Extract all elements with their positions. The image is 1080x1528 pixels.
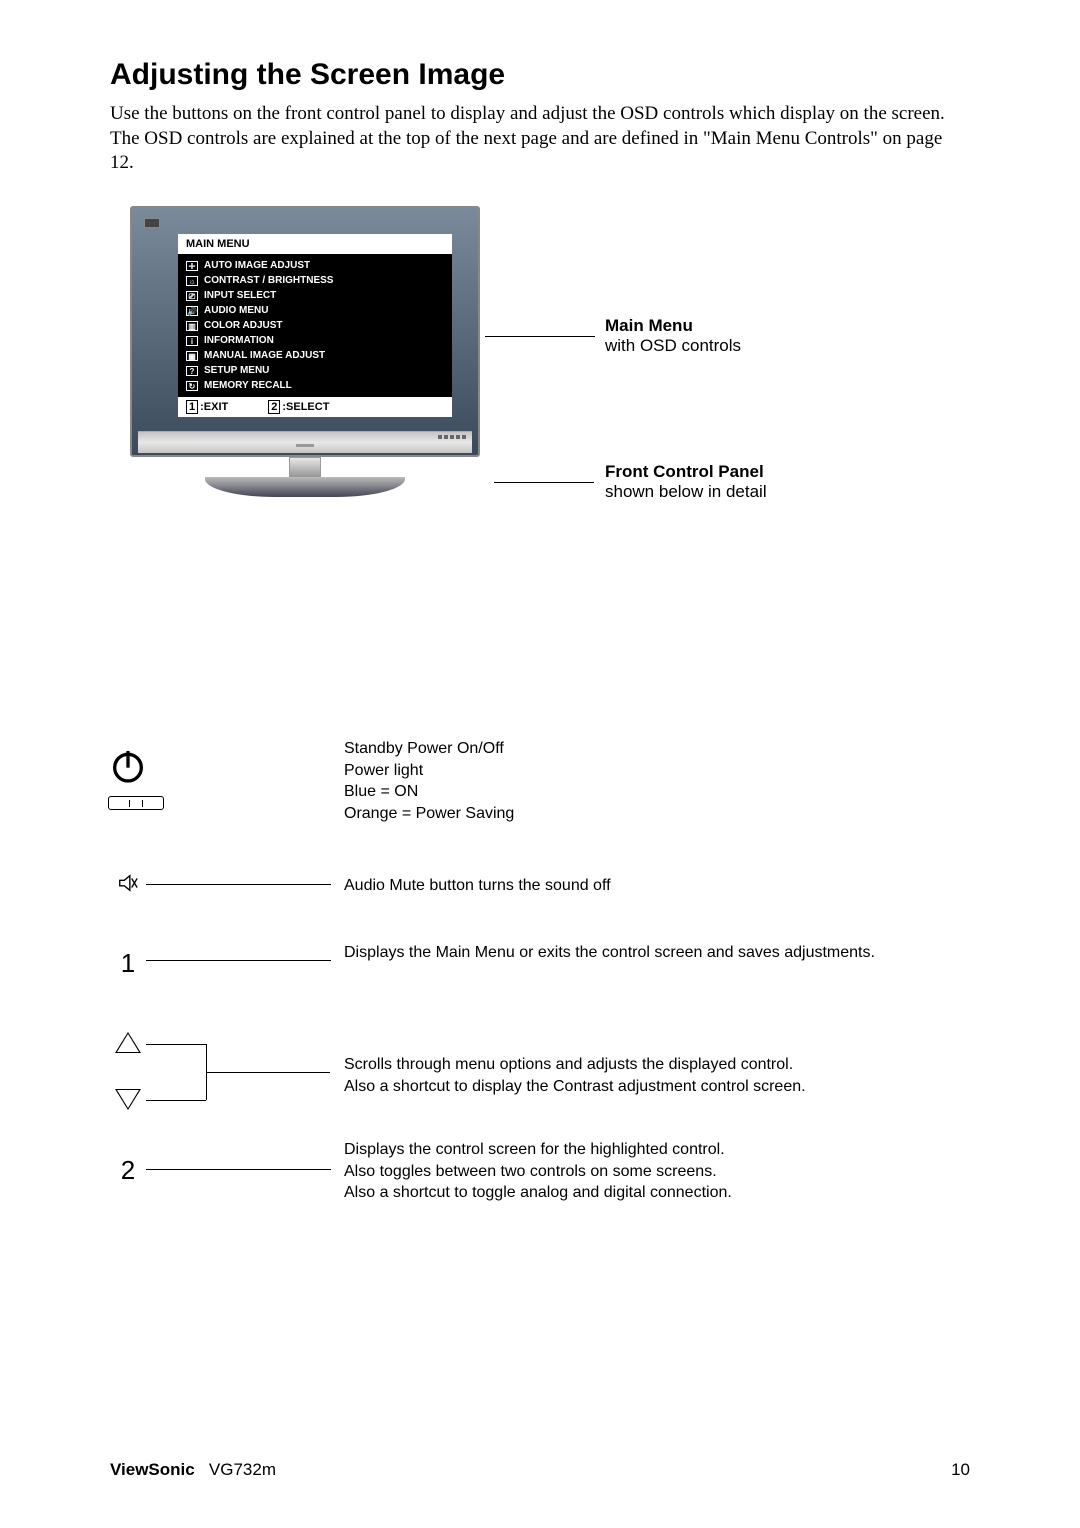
info-icon: i — [186, 336, 198, 346]
callout-main-menu: Main Menu with OSD controls — [605, 316, 741, 356]
crosshair-icon: ✛ — [186, 261, 198, 271]
control-text: Power light — [344, 760, 514, 782]
callout-title: Front Control Panel — [605, 462, 764, 481]
control-row-one: 1 Displays the Main Menu or exits the co… — [110, 948, 970, 1008]
speaker-icon: 🔊 — [186, 306, 198, 316]
control-row-two: 2 Displays the control screen for the hi… — [110, 1155, 970, 1235]
osd-menu-list: ✛ AUTO IMAGE ADJUST ☼ CONTRAST / BRIGHTNES… — [178, 254, 452, 397]
osd-window: MAIN MENU ✛ AUTO IMAGE ADJUST ☼ CONTRAST /… — [178, 234, 452, 417]
callout-sub: shown below in detail — [605, 482, 767, 501]
sun-icon: ☼ — [186, 276, 198, 286]
callout-line — [494, 482, 594, 483]
osd-item-label: AUTO IMAGE ADJUST — [204, 260, 310, 271]
bezel-button — [438, 435, 442, 439]
control-row-arrows: Scrolls through menu options and adjusts… — [110, 1034, 970, 1129]
bezel-button — [462, 435, 466, 439]
bezel-button — [444, 435, 448, 439]
leader-line — [146, 884, 331, 885]
control-text: Scrolls through menu options and adjusts… — [344, 1054, 924, 1076]
adjust-icon: ▦ — [186, 351, 198, 361]
monitor-brand: ViewSonic — [284, 178, 326, 188]
page-number: 10 — [951, 1460, 970, 1480]
osd-item-label: MEMORY RECALL — [204, 380, 292, 391]
control-text: Standby Power On/Off — [344, 738, 514, 760]
monitor-stand-neck — [289, 457, 321, 477]
mute-icon — [108, 872, 148, 900]
leader-line — [146, 1169, 331, 1170]
page-heading: Adjusting the Screen Image — [110, 58, 970, 92]
power-icon — [108, 746, 148, 810]
callout-title: Main Menu — [605, 316, 693, 335]
footer-model: VG732m — [209, 1460, 276, 1479]
osd-key-2: 2 — [268, 400, 280, 414]
control-text: Also a shortcut to display the Contrast … — [344, 1076, 924, 1098]
leader-line — [146, 1100, 206, 1101]
osd-title: MAIN MENU — [178, 234, 452, 254]
recall-icon: ↻ — [186, 381, 198, 391]
up-arrow-icon — [108, 1034, 148, 1052]
bezel-button — [450, 435, 454, 439]
osd-item-label: AUDIO MENU — [204, 305, 268, 316]
footer-brand: ViewSonic — [110, 1460, 195, 1479]
leader-line — [146, 960, 331, 961]
leader-line — [206, 1072, 330, 1073]
down-arrow-icon — [108, 1090, 148, 1108]
osd-item-label: COLOR ADJUST — [204, 320, 283, 331]
webcam-icon — [144, 218, 160, 228]
callout-line — [485, 336, 595, 337]
callout-front-panel: Front Control Panel shown below in detai… — [605, 462, 767, 502]
control-text: Displays the control screen for the high… — [344, 1139, 904, 1161]
osd-exit-label: :EXIT — [200, 401, 228, 413]
leader-line — [146, 1044, 206, 1045]
power-light-icon — [296, 444, 314, 447]
control-row-mute: Audio Mute button turns the sound off — [110, 872, 970, 922]
control-text: Audio Mute button turns the sound off — [344, 875, 611, 897]
control-text: Orange = Power Saving — [344, 803, 514, 825]
osd-key-1: 1 — [186, 400, 198, 414]
callout-sub: with OSD controls — [605, 336, 741, 355]
input-icon: ⎚ — [186, 291, 198, 301]
control-text: Also a shortcut to toggle analog and dig… — [344, 1182, 904, 1204]
controls-reference: Standby Power On/Off Power light Blue = … — [110, 746, 970, 1235]
setup-icon: ? — [186, 366, 198, 376]
led-icon — [108, 796, 164, 810]
page-footer: ViewSonic VG732m 10 — [110, 1460, 970, 1480]
intro-paragraph: Use the buttons on the front control pan… — [110, 102, 970, 176]
color-icon: ▥ — [186, 321, 198, 331]
osd-footer: 1:EXIT 2:SELECT — [178, 397, 452, 417]
osd-select-label: :SELECT — [282, 401, 329, 413]
control-text: Blue = ON — [344, 781, 514, 803]
button-1-icon: 1 — [108, 948, 148, 979]
control-row-power: Standby Power On/Off Power light Blue = … — [110, 746, 970, 846]
button-2-icon: 2 — [108, 1155, 148, 1186]
osd-item-label: CONTRAST / BRIGHTNESS — [204, 275, 333, 286]
osd-item-label: INPUT SELECT — [204, 290, 276, 301]
osd-item-label: MANUAL IMAGE ADJUST — [204, 350, 325, 361]
osd-item-label: SETUP MENU — [204, 365, 269, 376]
monitor-illustration: MAIN MENU ✛ AUTO IMAGE ADJUST ☼ CONTRAST /… — [110, 206, 970, 566]
monitor-bezel — [138, 431, 472, 453]
monitor-stand-base — [205, 477, 405, 497]
osd-item-label: INFORMATION — [204, 335, 274, 346]
control-text: Displays the Main Menu or exits the cont… — [344, 942, 904, 964]
control-text: Also toggles between two controls on som… — [344, 1161, 904, 1183]
bezel-button — [456, 435, 460, 439]
